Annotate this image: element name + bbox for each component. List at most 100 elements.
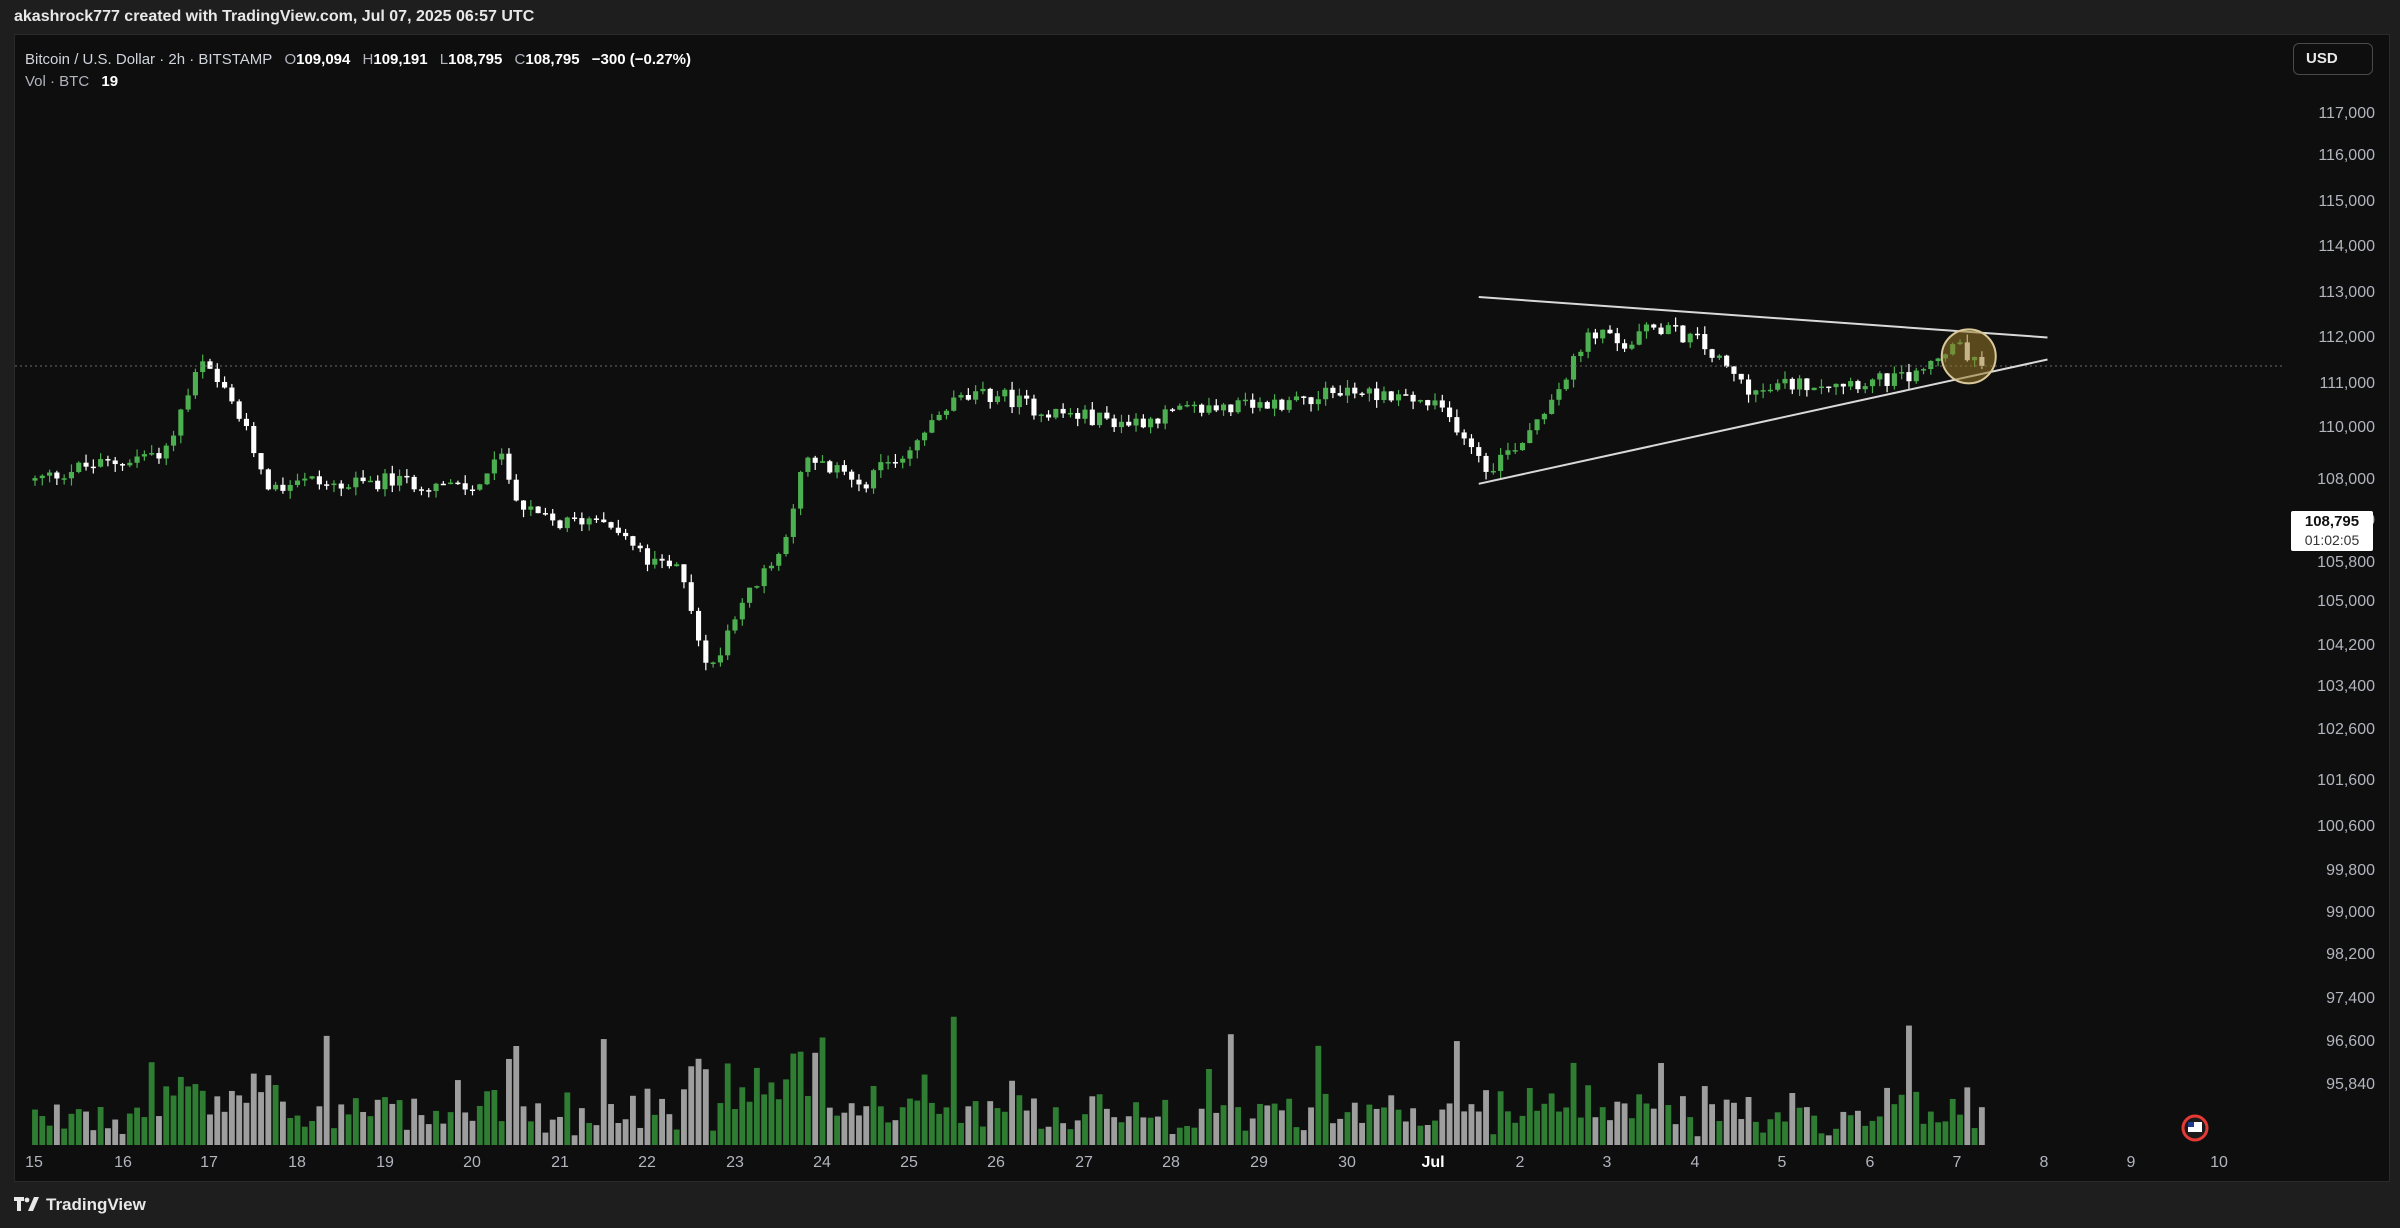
candle-body <box>1250 399 1256 408</box>
volume-bar <box>1184 1125 1190 1145</box>
candle-body <box>703 640 709 663</box>
candle-body <box>163 445 169 459</box>
close-value: 108,795 <box>525 51 580 68</box>
symbol-title[interactable]: Bitcoin / U.S. Dollar · 2h · BITSTAMP <box>25 51 272 68</box>
x-tick-label: 24 <box>813 1154 831 1171</box>
volume-bar <box>352 1098 359 1145</box>
volume-bar <box>1803 1107 1810 1145</box>
candle-body <box>1658 327 1664 335</box>
volume-bar <box>564 1092 571 1145</box>
volume-bar <box>396 1100 403 1145</box>
candle-body <box>258 453 264 470</box>
volume-bar <box>1162 1099 1169 1145</box>
candle-body <box>717 655 723 663</box>
volume-bar <box>192 1084 199 1145</box>
candle-body <box>1920 369 1927 371</box>
candle-body <box>243 418 250 427</box>
candle-body <box>513 479 519 501</box>
volume-bar <box>921 1074 928 1145</box>
candle-body <box>1199 404 1205 413</box>
volume-bar <box>331 1128 337 1145</box>
volume-bar <box>1672 1124 1679 1145</box>
volume-bar <box>1001 1111 1008 1145</box>
candle-body <box>1045 414 1052 418</box>
candle-body <box>739 602 745 620</box>
volume-bar <box>1198 1108 1205 1145</box>
volume-bar <box>316 1106 323 1145</box>
trendlines <box>15 296 2285 485</box>
highlight-circle[interactable] <box>1940 328 1997 385</box>
open-value: 109,094 <box>296 51 351 68</box>
candle-body <box>39 475 45 479</box>
volume-bar <box>1446 1103 1453 1145</box>
candle-body <box>1308 397 1314 405</box>
volume-bar <box>578 1108 585 1145</box>
candle-body <box>1490 470 1496 473</box>
chart-frame[interactable]: 117,000 116,000 115,000 114,000 113,000 112,0… <box>14 34 2390 1182</box>
footer-brand[interactable]: TradingView <box>14 1190 146 1220</box>
volume-bar <box>761 1094 768 1145</box>
candle-body <box>1731 366 1737 374</box>
x-tick-label: 5 <box>1778 1154 1787 1171</box>
candle-body <box>1818 386 1825 389</box>
candle-body <box>338 483 344 489</box>
volume-bar <box>1957 1114 1963 1145</box>
volume-bar <box>1599 1107 1606 1145</box>
volume-bar <box>972 1101 979 1145</box>
candle-body <box>1272 399 1278 409</box>
currency-button[interactable]: USD <box>2293 43 2373 75</box>
candle-body <box>382 473 388 490</box>
volume-bar <box>491 1090 498 1145</box>
volume-bar <box>717 1103 724 1145</box>
y-tick-label: 99,800 <box>2326 862 2375 879</box>
candle-body <box>506 453 512 480</box>
volume-bar <box>710 1130 717 1145</box>
event-flag-icon[interactable] <box>2181 1114 2209 1142</box>
volume-bar <box>520 1106 527 1145</box>
volume-bar <box>1082 1114 1088 1145</box>
candle-body <box>324 484 330 486</box>
candle-body <box>827 461 833 473</box>
volume-bar <box>1796 1107 1803 1145</box>
volume-bar <box>1898 1094 1905 1145</box>
candle-body <box>469 489 476 492</box>
volume-bar <box>1825 1135 1832 1145</box>
volume-bar <box>1906 1025 1912 1145</box>
candle-body <box>1031 398 1037 416</box>
volume-bar <box>382 1097 388 1145</box>
volume-label[interactable]: Vol · BTC <box>25 73 89 90</box>
volume-bar <box>1512 1122 1519 1145</box>
high-value: 109,191 <box>373 51 428 68</box>
candle-body <box>1235 400 1241 413</box>
volume-bar <box>1847 1115 1854 1145</box>
candle-body <box>681 564 687 583</box>
candle-body <box>265 469 271 490</box>
candlestick-chart[interactable]: 117,000 116,000 115,000 114,000 113,000 112,0… <box>15 35 2391 1183</box>
volume-bar <box>746 1101 753 1145</box>
candle-body <box>1454 417 1460 433</box>
volume-bar <box>1607 1120 1613 1145</box>
volume-bar <box>812 1052 819 1145</box>
candle-body <box>644 548 651 565</box>
volume-bar <box>280 1101 286 1145</box>
volume-bar <box>1585 1085 1592 1145</box>
volume-bar <box>1782 1121 1788 1145</box>
volume-bar <box>1016 1095 1023 1145</box>
volume-bar <box>214 1096 221 1145</box>
volume-bar <box>1089 1096 1096 1145</box>
volume-bar <box>834 1115 840 1145</box>
volume-bar <box>374 1099 381 1145</box>
x-tick-label: 25 <box>900 1154 918 1171</box>
volume-bar <box>542 1132 549 1145</box>
volume-bar <box>1665 1105 1672 1145</box>
candle-body <box>345 487 352 489</box>
volume-bar <box>877 1106 884 1145</box>
x-tick-label: 19 <box>376 1154 394 1171</box>
candle-body <box>1330 387 1336 394</box>
candle-body <box>973 391 979 400</box>
volume-bar <box>185 1086 192 1145</box>
candle-body <box>360 477 366 482</box>
candle-body <box>1563 379 1569 390</box>
candle-body <box>623 532 629 537</box>
candle-body <box>1374 388 1380 401</box>
